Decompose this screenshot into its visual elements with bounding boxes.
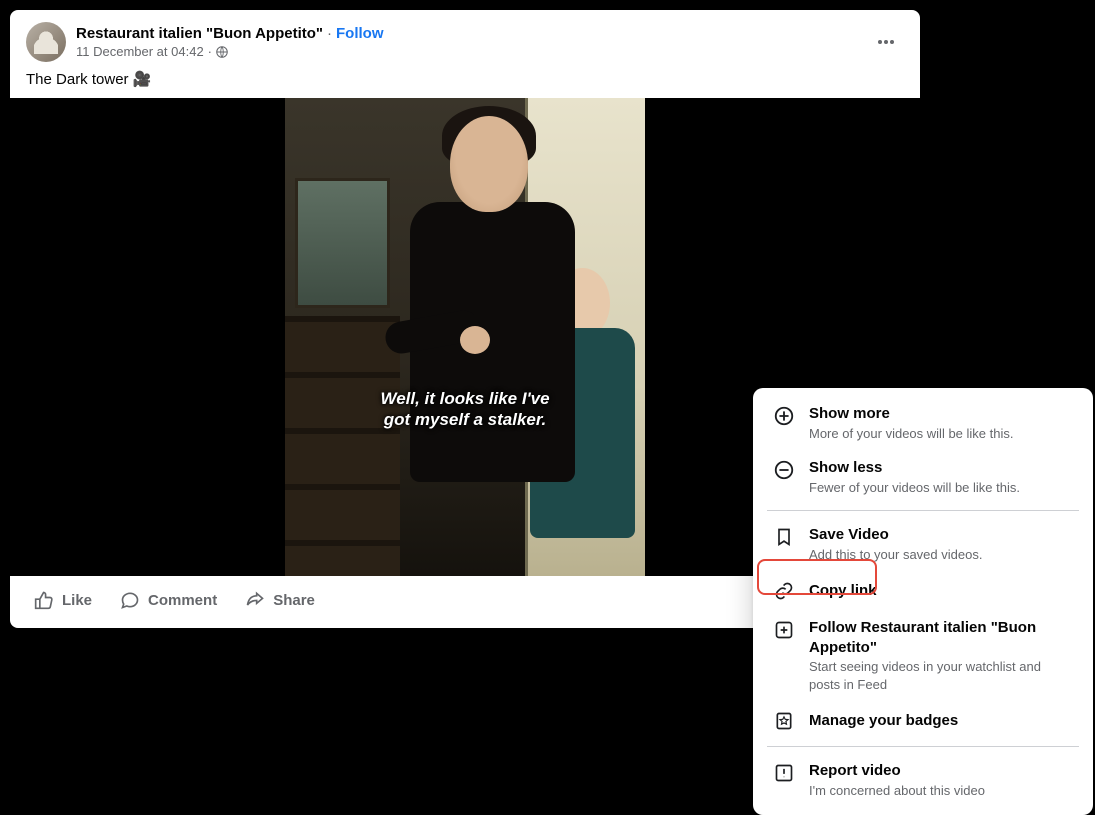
comment-button[interactable]: Comment <box>108 582 229 618</box>
menu-show-less[interactable]: Show less Fewer of your videos will be l… <box>759 450 1087 504</box>
menu-title: Copy link <box>809 581 877 601</box>
menu-title: Show more <box>809 404 1013 424</box>
menu-manage-badges[interactable]: Manage your badges <box>759 701 1087 740</box>
post-options-menu: Show more More of your videos will be li… <box>753 388 1093 815</box>
menu-sub: Add this to your saved videos. <box>809 546 982 564</box>
bookmark-icon <box>773 526 795 548</box>
author-line: Restaurant italien "Buon Appetito" · Fol… <box>76 25 868 42</box>
subtitle-line-2: got myself a stalker. <box>384 410 547 429</box>
scene-person-main <box>390 116 595 576</box>
subtitle-line-1: Well, it looks like I've <box>380 389 549 408</box>
menu-follow-page[interactable]: Follow Restaurant italien "Buon Appetito… <box>759 610 1087 701</box>
author-avatar[interactable] <box>26 22 66 62</box>
menu-show-more[interactable]: Show more More of your videos will be li… <box>759 396 1087 450</box>
post-more-button[interactable] <box>868 24 904 60</box>
menu-sub: More of your videos will be like this. <box>809 425 1013 443</box>
comment-icon <box>120 590 140 610</box>
like-button[interactable]: Like <box>22 582 104 618</box>
menu-copy-link[interactable]: Copy link <box>759 571 1087 610</box>
post-meta: 11 December at 04:42 · <box>76 44 868 59</box>
menu-divider <box>767 510 1079 511</box>
comment-label: Comment <box>148 592 217 609</box>
menu-title: Report video <box>809 761 985 781</box>
menu-sub: Fewer of your videos will be like this. <box>809 479 1020 497</box>
video-frame: Well, it looks like I've got myself a st… <box>285 98 645 576</box>
minus-circle-icon <box>773 459 795 481</box>
dot-separator: · <box>208 44 212 59</box>
post-caption: The Dark tower 🎥 <box>10 70 920 98</box>
follow-link[interactable]: Follow <box>336 25 384 42</box>
plus-square-icon <box>773 619 795 641</box>
plus-circle-icon <box>773 405 795 427</box>
dot-separator: · <box>327 25 332 42</box>
like-label: Like <box>62 592 92 609</box>
scene-shelf <box>285 316 400 576</box>
menu-report-video[interactable]: Report video I'm concerned about this vi… <box>759 753 1087 807</box>
author-name[interactable]: Restaurant italien "Buon Appetito" <box>76 25 323 42</box>
menu-title: Save Video <box>809 525 982 545</box>
menu-title: Manage your badges <box>809 711 958 731</box>
header-text: Restaurant italien "Buon Appetito" · Fol… <box>76 25 868 59</box>
link-icon <box>773 580 795 602</box>
post-timestamp[interactable]: 11 December at 04:42 <box>76 44 204 59</box>
thumbs-up-icon <box>34 590 54 610</box>
menu-title: Show less <box>809 458 1020 478</box>
scene-poster <box>295 178 390 308</box>
report-icon <box>773 762 795 784</box>
post-header: Restaurant italien "Buon Appetito" · Fol… <box>10 10 920 70</box>
menu-divider <box>767 746 1079 747</box>
share-icon <box>245 590 265 610</box>
share-button[interactable]: Share <box>233 582 327 618</box>
share-label: Share <box>273 592 315 609</box>
menu-save-video[interactable]: Save Video Add this to your saved videos… <box>759 517 1087 571</box>
menu-sub: Start seeing videos in your watchlist an… <box>809 658 1073 693</box>
badge-icon <box>773 710 795 732</box>
globe-icon[interactable] <box>216 46 228 58</box>
video-subtitle: Well, it looks like I've got myself a st… <box>285 388 645 431</box>
menu-title: Follow Restaurant italien "Buon Appetito… <box>809 618 1073 657</box>
menu-sub: I'm concerned about this video <box>809 782 985 800</box>
